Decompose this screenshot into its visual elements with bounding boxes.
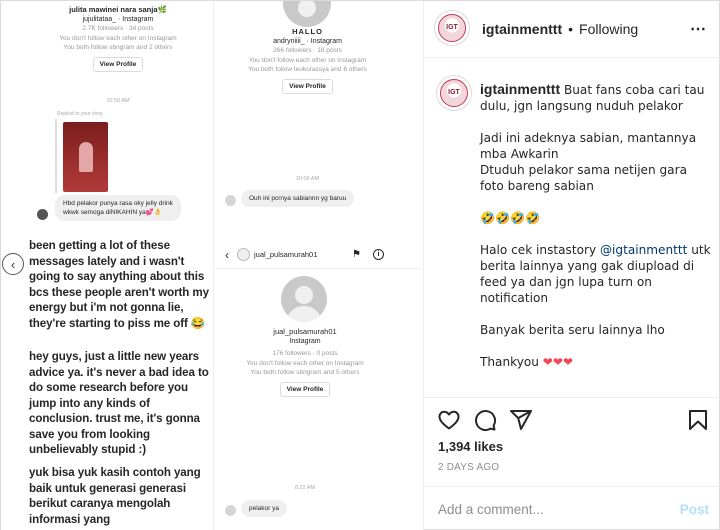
profile-name: HALLO — [292, 27, 323, 36]
replied-label: Replied to your story — [57, 111, 103, 117]
heart-icon[interactable] — [437, 408, 461, 432]
dm-message-1: Hbd pelakor punya rasa oky jelly drink w… — [55, 195, 181, 221]
caption-username[interactable]: igtainmenttt — [480, 81, 560, 97]
view-profile-button: View Profile — [279, 381, 331, 397]
dm-profile-card-2: HALLO andryniiii_ · Instagram 266 follow… — [215, 27, 400, 94]
post-actions — [424, 397, 720, 443]
statement-paragraph-2: hey guys, just a little new years advice… — [29, 350, 209, 456]
profile-username: andryniiii_ · Instagram — [273, 37, 342, 45]
share-icon[interactable] — [509, 408, 533, 432]
post-date[interactable]: 2 DAYS AGO — [438, 462, 499, 473]
post-modal: ‹ julita mawinei nara sanja🌿 jujulitataa… — [0, 0, 720, 530]
thread-username: jual_pulsamurah01 — [254, 250, 318, 259]
profile-name: julita mawinei nara sanja🌿 — [69, 5, 167, 14]
profile-username: jujulitataa_ · Instagram — [82, 15, 154, 23]
info-icon: i — [373, 249, 384, 260]
view-profile-button: View Profile — [92, 56, 144, 72]
profile-photo-placeholder — [283, 1, 331, 27]
prev-slide-button[interactable]: ‹ — [2, 253, 24, 275]
dm-timestamp-3: 8:22 AM — [294, 485, 316, 491]
comment-composer: Add a comment... Post — [424, 486, 720, 530]
caption-mention-link[interactable]: @igtainmenttt — [600, 243, 687, 257]
caption-line-5: Banyak berita seru lainnya lho — [480, 323, 665, 337]
comment-input[interactable]: Add a comment... — [438, 502, 544, 517]
sender-avatar — [37, 209, 48, 220]
caption-line-6: Thankyou — [480, 355, 539, 369]
profile-name: jual_pulsamurah01 — [273, 327, 337, 336]
avatar-logo: IGT — [439, 78, 469, 108]
dm-profile-card-1: julita mawinei nara sanja🌿 jujulitataa_ … — [23, 5, 213, 72]
post-sidebar: IGT igtainmenttt • Following ⋯ IGT igtai… — [424, 1, 720, 530]
dm-timestamp-1: 10:50 AM — [106, 98, 130, 104]
following-status[interactable]: Following — [579, 21, 638, 37]
caption-hearts: ❤❤❤ — [542, 355, 574, 369]
collage-divider — [213, 1, 214, 530]
caption-line-3: Dtuduh pelakor sama netijen gara foto ba… — [480, 163, 687, 193]
profile-mutual-1: You don't follow each other on Instagram — [248, 56, 367, 64]
post-image: ‹ julita mawinei nara sanja🌿 jujulitataa… — [1, 1, 424, 530]
dm-profile-card-3: jual_pulsamurah01 Instagram 176 follower… — [215, 327, 395, 397]
story-thumbnail — [63, 122, 108, 192]
chevron-left-icon: ‹ — [10, 256, 16, 272]
flag-icon: ⚑ — [352, 249, 361, 260]
caption-line-4-prefix: Halo cek instastory — [480, 243, 600, 257]
header-separator: • — [568, 21, 574, 37]
profile-username: Instagram — [289, 337, 321, 345]
bookmark-icon[interactable] — [686, 408, 710, 432]
thread-avatar — [237, 248, 250, 261]
profile-stats: 2.7K followers · 34 posts — [82, 25, 154, 32]
post-comment-button[interactable]: Post — [680, 502, 709, 517]
avatar-logo: IGT — [437, 13, 467, 43]
account-avatar[interactable]: IGT — [434, 10, 470, 46]
back-arrow-icon: ‹ — [225, 247, 229, 262]
more-horizontal-icon[interactable]: ⋯ — [690, 19, 707, 39]
dm-message-3: pelakor ya — [241, 500, 287, 517]
profile-mutual-2: You both follow sbngram and 2 others — [63, 44, 173, 51]
sender-avatar — [225, 505, 236, 516]
likes-count[interactable]: 1,394 likes — [438, 439, 503, 454]
profile-mutual-2: You both follow teukurassya and 6 others — [248, 66, 367, 73]
dm-message-2: Ouh ini pcrnya sabiannn yg baruu — [241, 190, 355, 207]
post-header: IGT igtainmenttt • Following ⋯ — [424, 1, 720, 58]
reply-bar — [55, 119, 57, 193]
dm-thread-header: ‹ jual_pulsamurah01 ⚑ i — [215, 241, 420, 269]
post-caption: igtainmenttt Buat fans coba cari tau dul… — [480, 81, 712, 386]
dm-timestamp-2: 10:06 AM — [295, 176, 320, 182]
profile-photo-placeholder — [281, 276, 327, 322]
caption-emoji: 🤣🤣🤣🤣 — [480, 211, 541, 225]
profile-stats: 266 followers · 18 posts — [273, 47, 342, 54]
profile-stats: 176 followers · 0 posts — [272, 350, 338, 357]
view-profile-button: View Profile — [282, 78, 333, 94]
statement-paragraph-3: yuk bisa yuk kasih contoh yang baik untu… — [29, 466, 201, 526]
profile-mutual-2: You both follow sbngram and 5 others — [250, 369, 360, 376]
caption-avatar[interactable]: IGT — [436, 75, 472, 111]
profile-mutual-1: You don't follow each other on Instagram — [59, 34, 177, 42]
statement-paragraph-1: been getting a lot of these messages lat… — [29, 239, 209, 330]
profile-mutual-1: You don't follow each other on Instagram — [246, 359, 364, 367]
header-username[interactable]: igtainmenttt — [482, 21, 562, 37]
sender-avatar — [225, 195, 236, 206]
caption-line-2: Jadi ini adeknya sabian, mantannya mba A… — [480, 131, 697, 161]
comment-icon[interactable] — [473, 408, 497, 432]
